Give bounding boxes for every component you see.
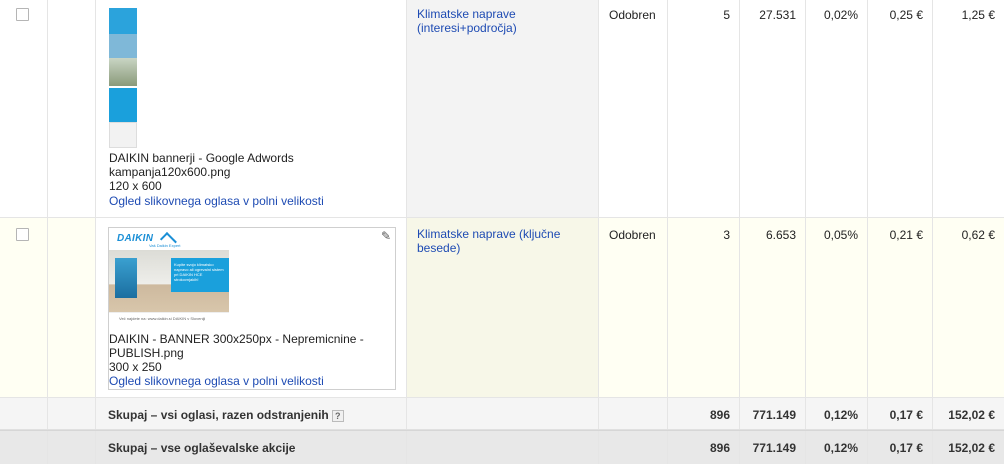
ad-thumbnail[interactable] [109,8,137,148]
cost-value: 0,62 € [961,228,995,242]
clicks-value: 5 [723,8,730,22]
view-full-size-link[interactable]: Ogled slikovnega oglasa v polni velikost… [109,374,324,388]
impressions-value: 27.531 [759,8,796,22]
total-ctr: 0,12% [823,408,858,422]
approval-status: Odobren [609,8,656,22]
banner-footer-text: Več najdete na: www.daikin.si DAIKIN v S… [119,316,206,321]
ctr-value: 0,05% [823,228,858,242]
total-avg-cpc: 0,17 € [889,408,923,422]
avg-cpc-value: 0,25 € [889,8,923,22]
total-impressions: 771.149 [752,408,796,422]
approval-status: Odobren [609,228,656,242]
totals-label: Skupaj – vse oglaševalske akcije [108,441,296,455]
ctr-value: 0,02% [823,8,858,22]
help-icon[interactable]: ? [331,410,344,422]
totals-label: Skupaj – vsi oglasi, razen odstranjenih? [108,408,344,422]
totals-label-text: Skupaj – vsi oglasi, razen odstranjenih [108,408,329,422]
ad-preview-box: DAIKIN Vaš Daikin Expert Kupite svojo kl… [108,227,396,390]
ad-size: 300 x 250 [109,360,162,374]
row-checkbox[interactable] [16,8,29,21]
impressions-value: 6.653 [765,228,796,242]
total-clicks: 896 [709,441,730,455]
cost-value: 1,25 € [961,8,995,22]
daikin-logo: DAIKIN [117,233,154,244]
total-cost: 152,02 € [948,441,995,455]
pencil-icon[interactable]: ✎ [381,229,391,243]
ad-title: DAIKIN bannerji - Google Adwords kampanj… [109,151,294,179]
ad-group-link[interactable]: Klimatske naprave (ključne besede) [417,227,592,255]
row-checkbox[interactable] [16,228,29,241]
ad-size: 120 x 600 [109,179,162,193]
total-impressions: 771.149 [752,441,796,455]
ad-thumbnail[interactable]: DAIKIN Vaš Daikin Expert Kupite svojo kl… [109,228,229,328]
total-clicks: 896 [709,408,730,422]
ad-cell: DAIKIN bannerji - Google Adwords kampanj… [96,0,407,217]
banner-panel-text: Kupite svojo klimatsko napravo ali ogrev… [174,262,224,282]
avg-cpc-value: 0,21 € [889,228,923,242]
table-row: DAIKIN bannerji - Google Adwords kampanj… [0,0,1004,218]
total-ctr: 0,12% [823,441,858,455]
table-row: ▼ DAIKIN Vaš Daikin Expert Kupite svojo … [0,218,1004,398]
clicks-value: 3 [723,228,730,242]
totals-row: Skupaj – vsi oglasi, razen odstranjenih?… [0,398,1004,430]
ad-group-link[interactable]: Klimatske naprave (interesi+področja) [417,7,592,35]
banner-logo-subtitle: Vaš Daikin Expert [149,243,181,248]
view-full-size-link[interactable]: Ogled slikovnega oglasa v polni velikost… [109,194,324,208]
totals-row: Skupaj – vse oglaševalske akcije 896 771… [0,430,1004,464]
ad-title: DAIKIN - BANNER 300x250px - Nepremicnine… [109,332,364,360]
ad-cell: DAIKIN Vaš Daikin Expert Kupite svojo kl… [96,218,407,397]
total-avg-cpc: 0,17 € [889,441,923,455]
total-cost: 152,02 € [948,408,995,422]
